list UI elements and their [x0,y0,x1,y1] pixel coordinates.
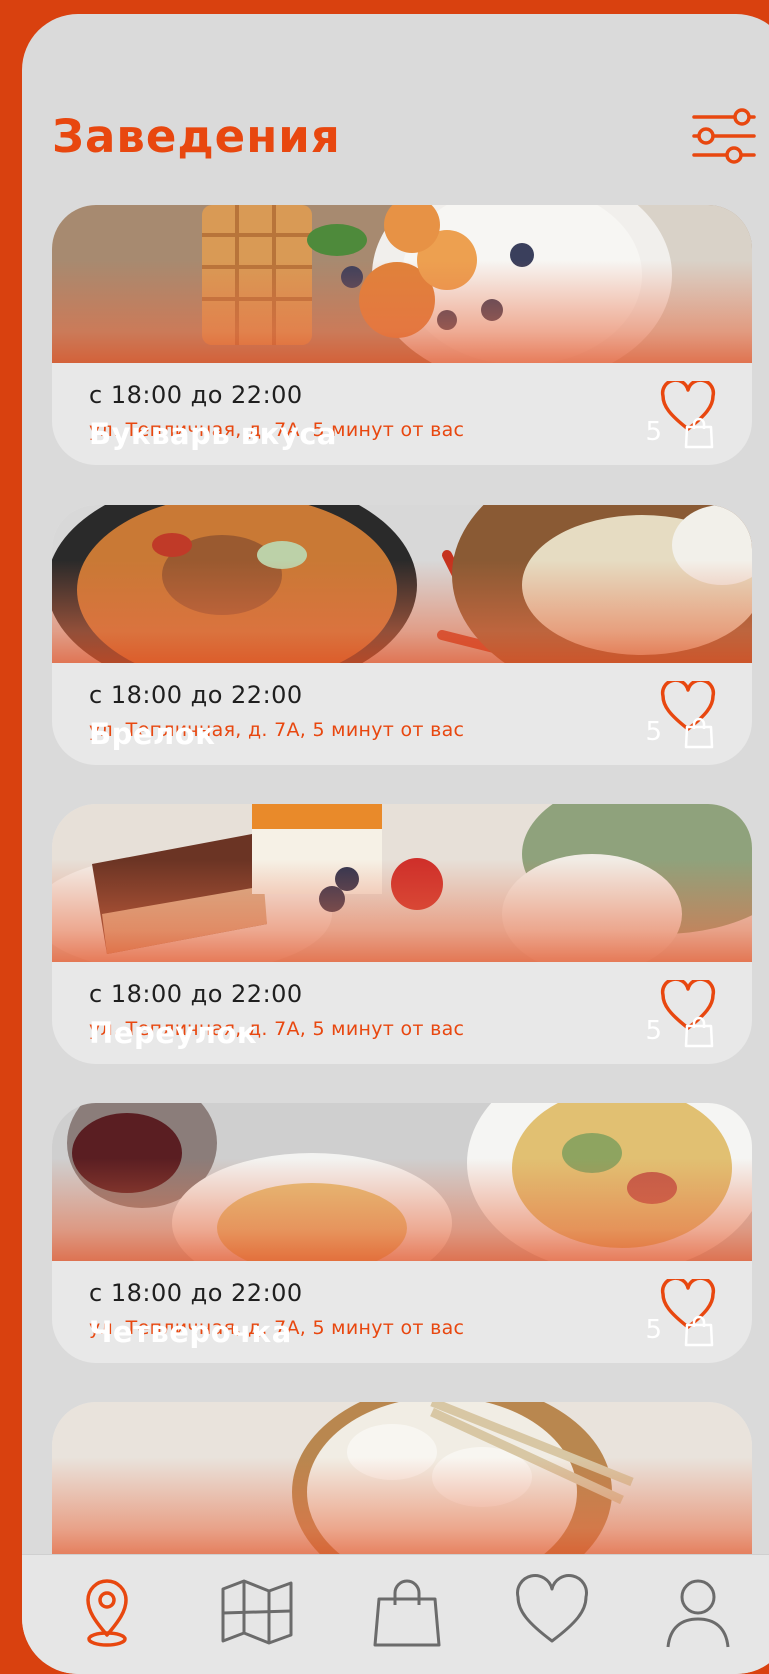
bag-count: 5 [645,1016,662,1046]
shopping-bag-icon [684,717,714,749]
tab-bag[interactable] [367,1573,447,1653]
bag-count: 5 [645,717,662,747]
venue-card[interactable]: Переулок 5 с 18:00 до 22:00 ул. Теплична… [52,804,752,1064]
map-pin-icon [86,1579,128,1647]
venue-hours: с 18:00 до 22:00 [89,381,303,409]
venue-card[interactable]: Брелок 5 с 18:00 до 22:00 ул. Тепличная,… [52,505,752,765]
bag-count: 5 [645,417,662,447]
venue-name: Переулок [89,1016,258,1050]
shopping-bag-icon [684,1315,714,1347]
venue-name: Букварь вкуса [89,417,338,451]
shopping-bag-icon [684,417,714,449]
filter-sliders-icon [692,108,756,164]
heart-icon [516,1574,588,1643]
venue-name: Брелок [89,717,216,751]
venue-hours: с 18:00 до 22:00 [89,980,303,1008]
filter-button[interactable] [692,108,756,164]
tab-venues[interactable] [67,1573,147,1653]
venue-card[interactable]: Четверочка 5 с 18:00 до 22:00 ул. Теплич… [52,1103,752,1363]
venue-photo [52,1402,752,1560]
venue-photo [52,1103,752,1261]
venue-card[interactable]: Букварь вкуса 5 с 18:00 до 22:00 ул. Теп… [52,205,752,465]
shopping-bag-icon [684,1016,714,1048]
map-icon [221,1579,293,1645]
bag-count: 5 [645,1315,662,1345]
app-screen: Заведения Букварь вкуса 5 с 18:00 до 22:… [22,14,769,1674]
header: Заведения [52,102,756,172]
tab-bar [22,1554,769,1674]
shopping-bag-icon [373,1579,441,1647]
page-title: Заведения [52,110,341,163]
venue-hours: с 18:00 до 22:00 [89,1279,303,1307]
tab-profile[interactable] [658,1573,738,1653]
venue-photo [52,205,752,363]
venue-photo [52,505,752,663]
profile-icon [666,1579,730,1648]
venue-hours: с 18:00 до 22:00 [89,681,303,709]
tab-favorites[interactable] [512,1573,592,1653]
venue-name: Четверочка [89,1315,292,1349]
tab-map[interactable] [217,1573,297,1653]
venue-photo [52,804,752,962]
